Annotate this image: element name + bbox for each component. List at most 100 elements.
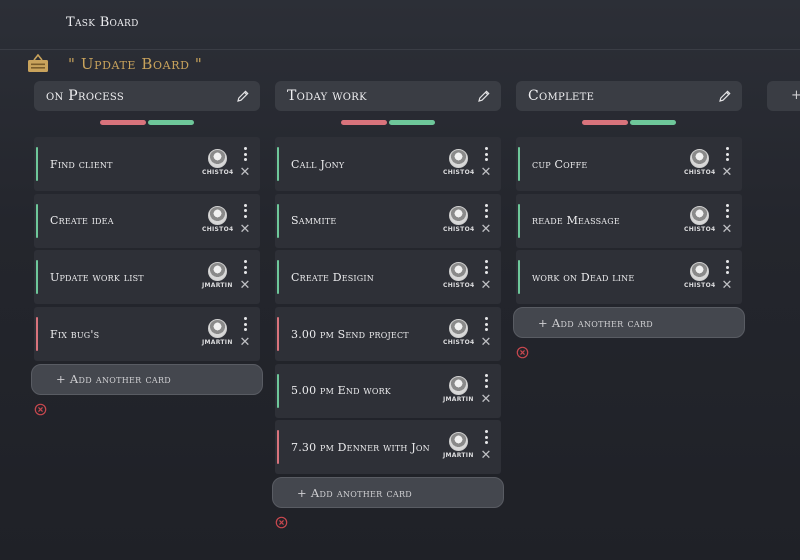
label-red[interactable] xyxy=(582,120,628,125)
label-red[interactable] xyxy=(341,120,387,125)
avatar xyxy=(207,205,227,225)
kebab-menu-icon[interactable] xyxy=(243,260,247,275)
task-card[interactable]: Fix bug's JMARTIN ✕ xyxy=(34,307,260,362)
close-icon[interactable]: ✕ xyxy=(721,223,733,236)
card-text: Create Desigin xyxy=(291,270,374,284)
task-card[interactable]: work on Dead line CHISTO4 ✕ xyxy=(516,250,742,305)
close-icon[interactable]: ✕ xyxy=(721,279,733,292)
avatar xyxy=(448,375,468,395)
card-assignee[interactable]: JMARTIN xyxy=(202,262,232,289)
board-title[interactable]: " Update Board " xyxy=(68,55,202,73)
kebab-menu-icon[interactable] xyxy=(243,203,247,218)
card-text: 3.00 pm Send project xyxy=(291,327,409,341)
remove-circle-icon[interactable] xyxy=(275,516,288,529)
card-color-bar xyxy=(518,147,520,181)
card-text: Call Jony xyxy=(291,157,345,171)
card-text: 7.30 pm Denner with Jon xyxy=(291,440,430,454)
card-assignee[interactable]: CHISTO4 xyxy=(684,262,715,289)
column-title[interactable]: Today work xyxy=(287,88,367,104)
label-green[interactable] xyxy=(389,120,435,125)
close-icon[interactable]: ✕ xyxy=(480,449,492,462)
close-icon[interactable]: ✕ xyxy=(239,279,251,292)
card-assignee[interactable]: JMARTIN xyxy=(202,319,232,346)
card-assignee[interactable]: CHISTO4 xyxy=(202,149,233,176)
add-card-button[interactable]: + Add another card xyxy=(513,307,745,339)
add-card-button[interactable]: + Add another card xyxy=(31,363,263,395)
board-header: " Update Board " xyxy=(26,50,202,78)
avatar xyxy=(207,262,227,282)
close-icon[interactable]: ✕ xyxy=(239,223,251,236)
add-column-button[interactable]: + xyxy=(767,81,800,111)
card-assignee[interactable]: JMARTIN xyxy=(443,432,473,459)
card-assignee[interactable]: JMARTIN xyxy=(443,375,474,403)
kebab-menu-icon[interactable] xyxy=(484,203,488,218)
kebab-menu-icon[interactable] xyxy=(243,147,247,161)
assignee-name: JMARTIN xyxy=(443,395,474,403)
card-list: Find client CHISTO4 ✕ Create idea CHISTO4 ✕ Up… xyxy=(34,137,260,362)
avatar xyxy=(207,319,227,339)
card-assignee[interactable]: CHISTO4 xyxy=(202,205,233,233)
pencil-icon[interactable] xyxy=(236,89,250,103)
pencil-icon[interactable] xyxy=(477,89,491,103)
pencil-icon[interactable] xyxy=(718,89,732,103)
card-text: work on Dead line xyxy=(532,270,635,284)
kebab-menu-icon[interactable] xyxy=(243,317,247,332)
kebab-menu-icon[interactable] xyxy=(484,430,488,445)
column-1: Today work Call Jony CHISTO4 ✕ Sammite CHISTO… xyxy=(272,81,504,533)
kebab-menu-icon[interactable] xyxy=(725,203,729,218)
card-color-bar xyxy=(518,260,520,295)
task-card[interactable]: reade Meassage CHISTO4 ✕ xyxy=(516,193,742,248)
close-icon[interactable]: ✕ xyxy=(480,279,492,292)
task-card[interactable]: Call Jony CHISTO4 ✕ xyxy=(275,137,501,191)
remove-circle-icon[interactable] xyxy=(34,403,47,416)
close-icon[interactable]: ✕ xyxy=(239,166,251,179)
add-card-button[interactable]: + Add another card xyxy=(272,477,504,509)
close-icon[interactable]: ✕ xyxy=(480,393,492,406)
kebab-menu-icon[interactable] xyxy=(484,147,488,161)
label-green[interactable] xyxy=(148,120,194,125)
card-color-bar xyxy=(277,317,279,352)
card-assignee[interactable]: CHISTO4 xyxy=(443,205,474,233)
avatar xyxy=(207,149,227,168)
task-card[interactable]: cup Coffe CHISTO4 ✕ xyxy=(516,137,742,191)
column-header: Complete xyxy=(516,81,742,111)
assignee-name: CHISTO4 xyxy=(443,282,475,290)
assignee-name: JMARTIN xyxy=(202,339,233,347)
close-icon[interactable]: ✕ xyxy=(480,223,492,236)
card-assignee[interactable]: CHISTO4 xyxy=(684,205,715,233)
kebab-menu-icon[interactable] xyxy=(725,147,729,161)
task-card[interactable]: Update work list JMARTIN ✕ xyxy=(34,250,260,305)
task-card[interactable]: 5.00 pm End work JMARTIN ✕ xyxy=(275,363,501,418)
remove-circle-icon[interactable] xyxy=(516,346,529,359)
card-text: Fix bug's xyxy=(50,327,100,341)
label-red[interactable] xyxy=(100,120,146,125)
column-title[interactable]: on Process xyxy=(46,88,124,104)
app-title: Task Board xyxy=(66,15,139,30)
column-labels xyxy=(34,120,260,126)
task-card[interactable]: Create idea CHISTO4 ✕ xyxy=(34,193,260,248)
kebab-menu-icon[interactable] xyxy=(484,317,488,332)
task-card[interactable]: Sammite CHISTO4 ✕ xyxy=(275,193,501,248)
card-assignee[interactable]: CHISTO4 xyxy=(443,149,475,176)
close-icon[interactable]: ✕ xyxy=(721,166,733,179)
kebab-menu-icon[interactable] xyxy=(725,260,729,275)
assignee-name: CHISTO4 xyxy=(443,169,475,176)
task-card[interactable]: Create Desigin CHISTO4 ✕ xyxy=(275,250,501,305)
card-assignee[interactable]: CHISTO4 xyxy=(443,262,475,290)
task-card[interactable]: 7.30 pm Denner with Jon JMARTIN ✕ xyxy=(275,420,501,475)
kebab-menu-icon[interactable] xyxy=(484,260,488,275)
kebab-menu-icon[interactable] xyxy=(484,373,488,388)
task-card[interactable]: 3.00 pm Send project CHISTO4 ✕ xyxy=(275,307,501,362)
card-list: cup Coffe CHISTO4 ✕ reade Meassage CHISTO4 ✕ w… xyxy=(516,137,742,305)
close-icon[interactable]: ✕ xyxy=(480,166,492,179)
close-icon[interactable]: ✕ xyxy=(239,336,251,349)
label-green[interactable] xyxy=(630,120,676,125)
assignee-name: JMARTIN xyxy=(202,282,233,290)
card-color-bar xyxy=(277,373,279,408)
column-title[interactable]: Complete xyxy=(528,88,594,104)
avatar xyxy=(689,205,709,225)
task-card[interactable]: Find client CHISTO4 ✕ xyxy=(34,137,260,191)
card-assignee[interactable]: CHISTO4 xyxy=(443,319,474,346)
card-assignee[interactable]: CHISTO4 xyxy=(684,149,715,176)
close-icon[interactable]: ✕ xyxy=(480,336,492,349)
